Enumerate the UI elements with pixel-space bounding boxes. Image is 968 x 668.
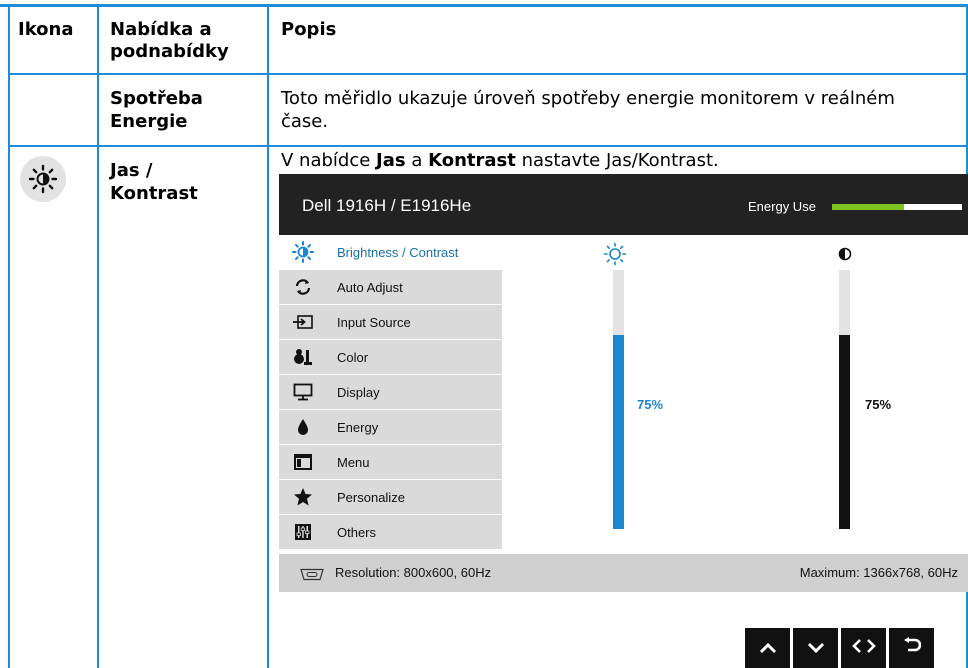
table-col-divider-2 <box>267 6 269 668</box>
osd-screenshot: Dell 1916H / E1916He Energy Use Brightne… <box>279 174 968 592</box>
maximum-resolution-text: Maximum: 1366x768, 60Hz <box>799 565 958 580</box>
menu-item-label: Others <box>337 524 377 540</box>
menu-item-label: Input Source <box>337 314 411 330</box>
table-border-left <box>8 6 10 668</box>
color-icon <box>292 346 314 368</box>
osd-energy-label: Energy Use <box>748 199 816 214</box>
input-source-icon <box>292 311 314 333</box>
menu-item-label: Auto Adjust <box>337 279 403 295</box>
energy-icon <box>292 416 314 438</box>
desc-prefix: V nabídce <box>281 150 377 171</box>
table-row-divider-2 <box>8 145 968 147</box>
table-row-divider-1 <box>8 73 968 75</box>
star-icon <box>292 486 314 508</box>
resolution-text: Resolution: 800x600, 60Hz <box>335 565 492 580</box>
down-button[interactable] <box>793 628 838 668</box>
back-button[interactable] <box>889 628 934 668</box>
row-energy-desc: Toto měřidlo ukazuje úroveň spotřeby ene… <box>281 88 895 132</box>
table-col-divider-1 <box>97 6 99 668</box>
osd-header: Dell 1916H / E1916He Energy Use <box>279 174 968 235</box>
menu-item-energy[interactable]: Energy <box>279 410 502 445</box>
menu-item-label: Brightness / Contrast <box>337 244 459 260</box>
left-right-button[interactable] <box>841 628 886 668</box>
up-button[interactable] <box>745 628 790 668</box>
menu-item-label: Menu <box>337 454 370 470</box>
header-desc: Popis <box>281 19 337 40</box>
osd-nav-buttons <box>745 628 934 668</box>
row-brightness-desc: V nabídce Jas a Kontrast nastavte Jas/Ko… <box>281 149 941 172</box>
row-brightness-menu: Jas / Kontrast <box>110 160 198 204</box>
contrast-value: 75% <box>865 397 892 412</box>
menu-item-label: Color <box>337 349 369 365</box>
menu-item-input-source[interactable]: Input Source <box>279 305 502 340</box>
row-energy-menu: Spotřeba Energie <box>110 88 203 132</box>
contrast-slider[interactable] <box>839 270 850 529</box>
up-arrow-icon <box>759 639 777 658</box>
contrast-slider-fill <box>839 334 850 529</box>
menu-item-auto-adjust[interactable]: Auto Adjust <box>279 270 502 305</box>
desc-bold-jas: Jas <box>376 150 406 171</box>
top-border <box>0 0 968 9</box>
down-arrow-icon <box>807 639 825 658</box>
brightness-slider[interactable] <box>613 270 624 529</box>
desc-mid: a <box>405 150 429 171</box>
menu-item-label: Display <box>337 384 380 400</box>
vga-connector-icon <box>299 566 325 585</box>
brightness-slider-icon <box>603 242 627 270</box>
menu-item-menu[interactable]: Menu <box>279 445 502 480</box>
back-icon <box>903 637 921 659</box>
energy-meter-fill <box>832 204 904 210</box>
menu-item-brightness-contrast[interactable]: Brightness / Contrast <box>279 235 502 270</box>
display-icon <box>292 381 314 403</box>
brightness-slider-fill <box>613 334 624 529</box>
menu-item-label: Energy <box>337 419 379 435</box>
osd-footer: Resolution: 800x600, 60Hz Maximum: 1366x… <box>279 554 968 592</box>
header-icon: Ikona <box>18 19 74 40</box>
menu-item-display[interactable]: Display <box>279 375 502 410</box>
left-right-icon <box>851 638 876 658</box>
menu-item-label: Personalize <box>337 489 405 505</box>
desc-suffix: nastavte Jas/Kontrast. <box>515 150 719 171</box>
header-menu: Nabídka a podnabídky <box>110 19 229 62</box>
energy-meter <box>832 204 962 210</box>
menu-item-personalize[interactable]: Personalize <box>279 480 502 515</box>
brightness-value: 75% <box>637 397 664 412</box>
desc-bold-kontrast: Kontrast <box>428 150 516 171</box>
brightness-icon <box>292 241 314 263</box>
brightness-icon <box>20 156 66 202</box>
osd-menu: Brightness / Contrast Auto Adjust Input … <box>279 235 502 550</box>
menu-icon <box>292 451 314 473</box>
menu-item-others[interactable]: Others <box>279 515 502 550</box>
osd-title: Dell 1916H / E1916He <box>302 196 472 215</box>
contrast-icon <box>838 246 852 265</box>
auto-adjust-icon <box>292 276 314 298</box>
others-icon <box>292 521 314 543</box>
menu-item-color[interactable]: Color <box>279 340 502 375</box>
